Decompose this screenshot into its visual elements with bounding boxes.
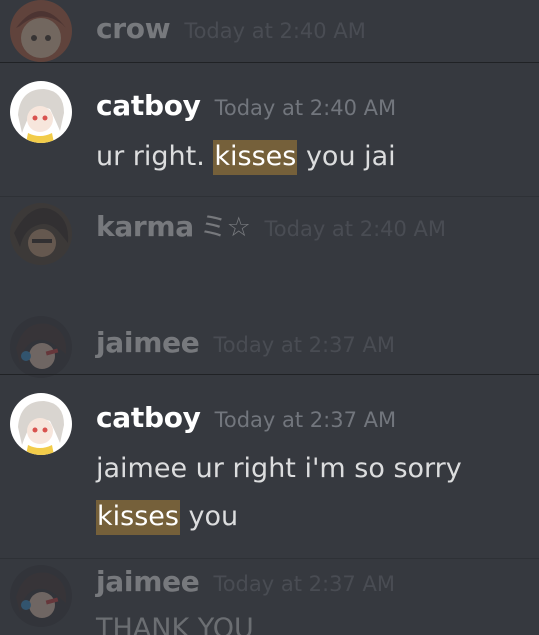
message-crow: crow Today at 2:40 AM bbox=[0, 0, 539, 62]
timestamp: Today at 2:37 AM bbox=[213, 333, 395, 357]
message-text: kisses you bbox=[96, 499, 238, 535]
timestamp: Today at 2:37 AM bbox=[213, 572, 395, 596]
timestamp: Today at 2:40 AM bbox=[264, 217, 447, 241]
username[interactable]: jaimee bbox=[96, 565, 200, 598]
karma-avatar[interactable] bbox=[10, 203, 72, 265]
username[interactable]: crow bbox=[96, 12, 171, 45]
message-jaimee: jaimee Today at 2:37 AM bbox=[0, 316, 539, 378]
crow-avatar[interactable] bbox=[10, 0, 72, 62]
username[interactable]: catboy bbox=[96, 89, 201, 122]
username[interactable]: karma bbox=[96, 210, 194, 243]
highlighted-word: kisses bbox=[96, 500, 180, 535]
message-text: THANK YOU bbox=[96, 613, 254, 635]
message-catboy: catboy Today at 2:37 AM jaimee ur right i… bbox=[0, 374, 539, 558]
jaimee-avatar[interactable] bbox=[10, 565, 72, 627]
timestamp: Today at 2:37 AM bbox=[214, 408, 397, 432]
highlighted-word: kisses bbox=[213, 140, 298, 175]
username[interactable]: jaimee bbox=[96, 326, 200, 359]
name-decoration: ミ☆ bbox=[199, 212, 251, 243]
timestamp: Today at 2:40 AM bbox=[214, 96, 397, 120]
message-catboy: catboy Today at 2:40 AM ur right. kisses … bbox=[0, 62, 539, 196]
timestamp: Today at 2:40 AM bbox=[184, 19, 366, 43]
username[interactable]: catboy bbox=[96, 401, 201, 434]
message-jaimee: jaimee Today at 2:37 AM THANK YOU bbox=[0, 558, 539, 635]
message-text: ur right. kisses you jai bbox=[96, 139, 396, 175]
jaimee-avatar[interactable] bbox=[10, 316, 72, 378]
message-text: jaimee ur right i'm so sorry bbox=[96, 453, 462, 484]
catboy-avatar[interactable] bbox=[10, 393, 72, 455]
catboy-avatar[interactable] bbox=[10, 81, 72, 143]
message-karma: karma ミ☆ Today at 2:40 AM bbox=[0, 196, 539, 320]
